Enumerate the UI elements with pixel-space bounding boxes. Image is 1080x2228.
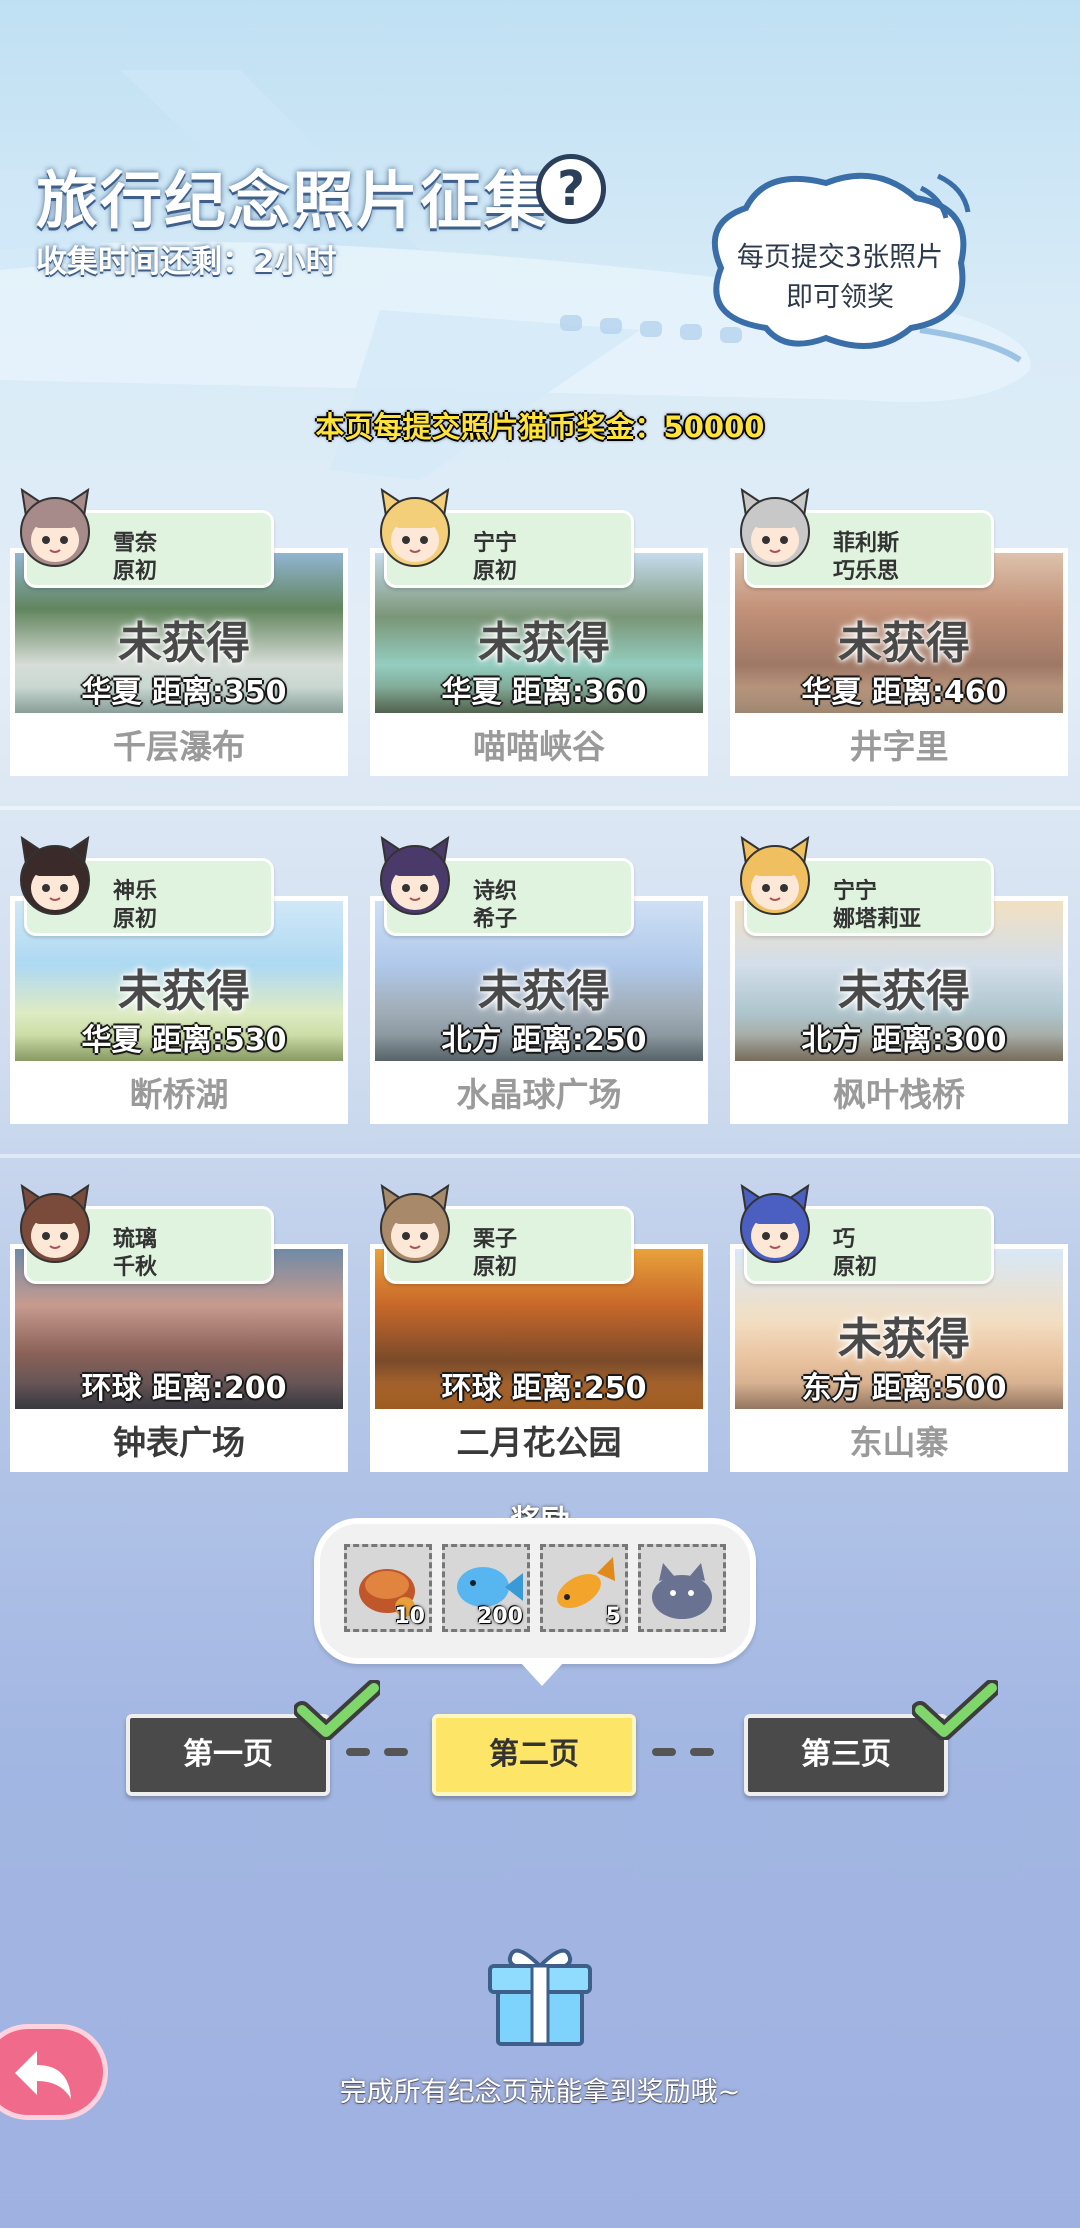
location-name: 喵喵峡谷 xyxy=(370,718,708,776)
photo-card[interactable]: 未获得 华夏 距离:460 井字里 菲利斯 巧乐思 xyxy=(730,486,1068,776)
page-connector xyxy=(384,1748,408,1756)
character-avatar xyxy=(380,835,450,915)
photo-card[interactable]: 环球 距离:250 二月花公园 栗子 原初 xyxy=(370,1182,708,1472)
distance-label: 华夏 距离:360 xyxy=(441,675,647,710)
location-name: 井字里 xyxy=(730,718,1068,776)
reward-count: 5 xyxy=(605,1604,621,1629)
cat-plush-icon xyxy=(652,1563,712,1619)
completion-hint: 完成所有纪念页就能拿到奖励哦~ xyxy=(339,2077,741,2108)
character-avatar xyxy=(380,1183,450,1263)
collection-timer: 收集时间还剩：2小时 xyxy=(36,244,337,280)
distance-label: 华夏 距离:530 xyxy=(81,1023,287,1058)
back-button[interactable] xyxy=(0,2024,108,2120)
distance-label: 东方 距离:500 xyxy=(801,1371,1007,1406)
photo-card[interactable]: 环球 距离:200 钟表广场 琉璃 千秋 xyxy=(10,1182,348,1472)
reward-item[interactable]: 5 xyxy=(540,1544,628,1632)
bubble-line-2: 即可领奖 xyxy=(786,282,894,313)
character-avatar xyxy=(20,835,90,915)
bubble-line-1: 每页提交3张照片 xyxy=(736,242,944,273)
character-variant: 巧乐思 xyxy=(833,559,900,584)
distance-label: 北方 距离:250 xyxy=(441,1023,647,1058)
photo-card[interactable]: 未获得 东方 距离:500 东山寨 巧 原初 xyxy=(730,1182,1068,1472)
page-connector xyxy=(690,1748,714,1756)
page-button-2[interactable]: 第二页 xyxy=(432,1714,636,1796)
check-icon xyxy=(294,1680,380,1740)
character-avatar xyxy=(740,1183,810,1263)
reward-count: 10 xyxy=(394,1604,425,1629)
distance-label: 环球 距离:250 xyxy=(441,1371,647,1406)
check-icon xyxy=(912,1680,998,1740)
location-name: 二月花公园 xyxy=(370,1414,708,1472)
not-obtained-label: 未获得 xyxy=(478,618,610,669)
reward-count: 200 xyxy=(477,1604,523,1629)
photo-card[interactable]: 未获得 北方 距离:250 水晶球广场 诗织 希子 xyxy=(370,834,708,1124)
location-name: 枫叶栈桥 xyxy=(730,1066,1068,1124)
location-name: 千层瀑布 xyxy=(10,718,348,776)
character-variant: 千秋 xyxy=(113,1255,158,1280)
not-obtained-label: 未获得 xyxy=(838,966,970,1017)
bonus-text: 本页每提交照片猫币奖金：50000 xyxy=(315,410,765,444)
location-name: 断桥湖 xyxy=(10,1066,348,1124)
reward-box: 10 200 5 xyxy=(314,1518,756,1686)
distance-label: 华夏 距离:460 xyxy=(801,675,1007,710)
photo-card[interactable]: 未获得 华夏 距离:350 千层瀑布 雪奈 原初 xyxy=(10,486,348,776)
character-variant: 原初 xyxy=(473,559,518,584)
reward-item[interactable] xyxy=(638,1544,726,1632)
photo-card[interactable]: 未获得 北方 距离:300 枫叶栈桥 宁宁 娜塔莉亚 xyxy=(730,834,1068,1124)
character-variant: 原初 xyxy=(113,907,158,932)
character-avatar xyxy=(20,487,90,567)
row-divider xyxy=(0,806,1080,810)
character-variant: 娜塔莉亚 xyxy=(833,907,922,932)
location-name: 钟表广场 xyxy=(10,1414,348,1472)
reward-item[interactable]: 10 xyxy=(344,1544,432,1632)
bubble-text: 每页提交3张照片 即可领奖 xyxy=(706,238,974,318)
row-divider xyxy=(0,1154,1080,1158)
character-variant: 原初 xyxy=(113,559,158,584)
not-obtained-label: 未获得 xyxy=(838,1314,970,1365)
character-avatar xyxy=(740,487,810,567)
not-obtained-label: 未获得 xyxy=(118,966,250,1017)
character-avatar xyxy=(20,1183,90,1263)
not-obtained-label: 未获得 xyxy=(118,618,250,669)
reward-item[interactable]: 200 xyxy=(442,1544,530,1632)
character-variant: 希子 xyxy=(473,907,518,932)
photo-card[interactable]: 未获得 华夏 距离:530 断桥湖 神乐 原初 xyxy=(10,834,348,1124)
character-variant: 原初 xyxy=(833,1255,878,1280)
not-obtained-label: 未获得 xyxy=(838,618,970,669)
page-connector xyxy=(652,1748,676,1756)
distance-label: 华夏 距离:350 xyxy=(81,675,287,710)
character-avatar xyxy=(740,835,810,915)
location-name: 水晶球广场 xyxy=(370,1066,708,1124)
not-obtained-label: 未获得 xyxy=(478,966,610,1017)
back-arrow-icon xyxy=(15,2051,71,2099)
distance-label: 环球 距离:200 xyxy=(81,1371,287,1406)
gift-icon[interactable] xyxy=(484,1940,596,2048)
character-variant: 原初 xyxy=(473,1255,518,1280)
location-name: 东山寨 xyxy=(730,1414,1068,1472)
help-button[interactable]: ? xyxy=(536,154,606,224)
page-title: 旅行纪念照片征集 xyxy=(36,164,549,237)
page-connector xyxy=(346,1748,370,1756)
distance-label: 北方 距离:300 xyxy=(801,1023,1007,1058)
photo-card[interactable]: 未获得 华夏 距离:360 喵喵峡谷 宁宁 原初 xyxy=(370,486,708,776)
character-avatar xyxy=(380,487,450,567)
